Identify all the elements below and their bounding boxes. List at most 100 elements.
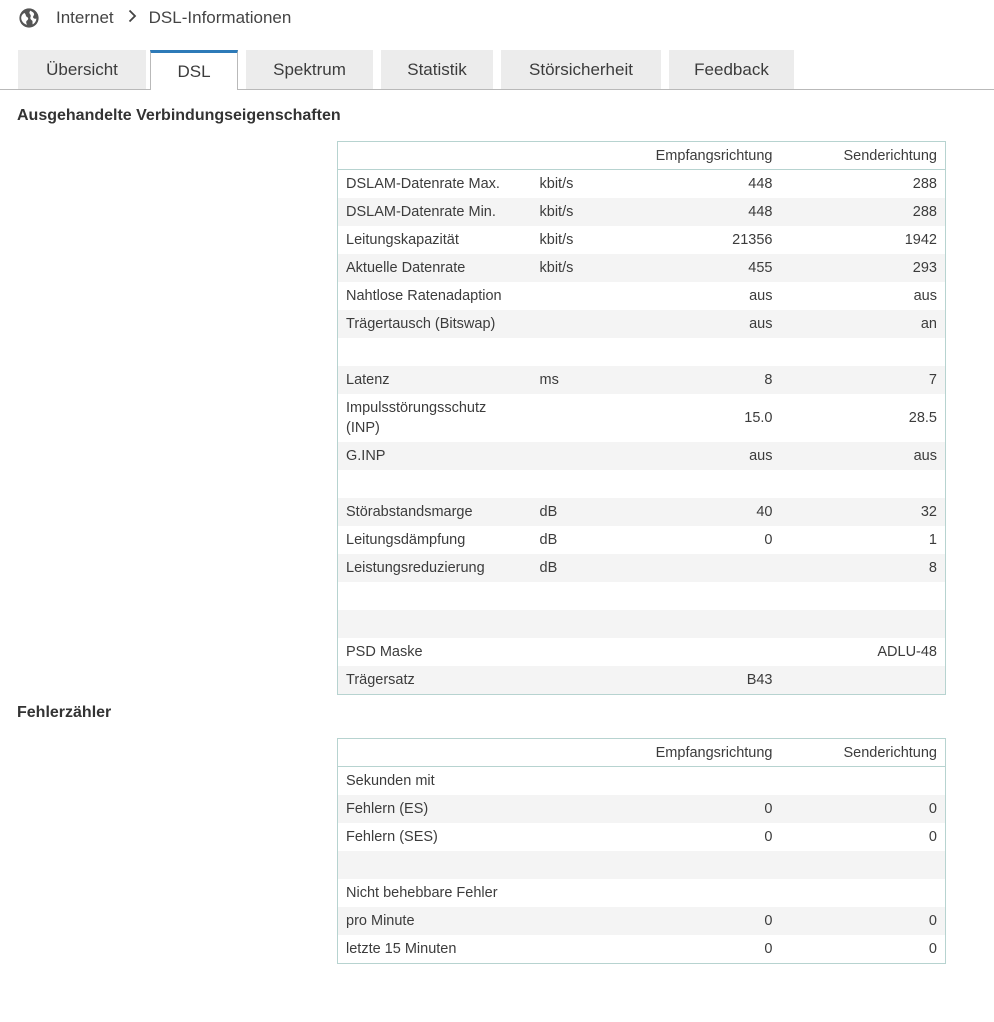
table-row: Leistungsreduzierung dB 8 bbox=[337, 554, 946, 582]
table-row: Fehlern (ES) 0 0 bbox=[337, 795, 946, 823]
row-unit: dB bbox=[533, 554, 624, 582]
row-label bbox=[337, 851, 534, 879]
row-label: G.INP bbox=[337, 442, 534, 470]
row-unit bbox=[534, 282, 624, 310]
row-send-value bbox=[781, 470, 946, 498]
tab-spektrum[interactable]: Spektrum bbox=[246, 50, 373, 89]
row-unit bbox=[533, 907, 624, 935]
row-unit: dB bbox=[539, 532, 558, 548]
table-row: DSLAM-Datenrate Min. kbit/s 448 288 bbox=[337, 198, 946, 226]
row-unit bbox=[533, 442, 624, 470]
table-row: Fehlern (SES) 0 0 bbox=[338, 823, 946, 851]
breadcrumb: Internet DSL-Informationen bbox=[18, 6, 291, 30]
table-row: Nahtlose Ratenadaption aus aus bbox=[338, 282, 946, 310]
row-send-value: 0 bbox=[780, 795, 946, 823]
row-label: letzte 15 Minuten bbox=[346, 941, 457, 957]
row-receive-value: 0 bbox=[623, 907, 781, 935]
row-label: pro Minute bbox=[337, 907, 534, 935]
row-receive-value: 15.0 bbox=[744, 410, 773, 426]
row-receive-value: aus bbox=[749, 288, 773, 304]
row-unit bbox=[534, 823, 624, 851]
table-row bbox=[338, 582, 946, 610]
row-send-value: 32 bbox=[780, 498, 946, 526]
table-row: pro Minute 0 0 bbox=[337, 907, 946, 935]
row-send-value: 1942 bbox=[904, 232, 937, 248]
row-receive-value bbox=[624, 338, 781, 366]
row-unit bbox=[534, 767, 624, 796]
table-row: PSD Maske ADLU-48 bbox=[338, 638, 946, 666]
tab-feedback[interactable]: Feedback bbox=[669, 50, 794, 89]
row-send-value bbox=[780, 610, 946, 638]
header-send-direction: Senderichtung bbox=[780, 738, 946, 767]
table-row: Störabstandsmarge dB 40 32 bbox=[337, 498, 946, 526]
tab-dsl[interactable]: DSL bbox=[150, 50, 238, 90]
row-unit bbox=[534, 394, 624, 442]
row-unit bbox=[534, 470, 624, 498]
row-unit bbox=[534, 638, 624, 666]
table-row: Leitungskapazität kbit/s 21356 1942 bbox=[338, 226, 946, 254]
row-label: Aktuelle Datenrate bbox=[337, 254, 534, 282]
row-receive-value bbox=[624, 582, 781, 610]
row-label: Leistungsreduzierung bbox=[337, 554, 534, 582]
row-send-value: aus bbox=[780, 442, 946, 470]
tab-statistik[interactable]: Statistik bbox=[381, 50, 493, 89]
row-label: Fehlern (ES) bbox=[337, 795, 534, 823]
row-label: Trägersatz bbox=[337, 666, 534, 695]
table-row: letzte 15 Minuten 0 0 bbox=[338, 935, 946, 964]
row-receive-value: 0 bbox=[623, 795, 781, 823]
breadcrumb-current: DSL-Informationen bbox=[148, 8, 292, 27]
section-title-errors: Fehlerzähler bbox=[17, 704, 112, 721]
row-unit bbox=[534, 935, 624, 964]
table-row: Trägersatz B43 bbox=[337, 666, 946, 695]
tab-stoersicherheit[interactable]: Störsicherheit bbox=[501, 50, 661, 89]
table-header-row: Empfangsrichtung Senderichtung bbox=[337, 738, 946, 767]
row-label: Fehlern (SES) bbox=[346, 829, 438, 845]
row-unit: kbit/s bbox=[539, 176, 574, 192]
row-label: Sekunden mit bbox=[346, 773, 435, 789]
table-row: Latenz ms 8 7 bbox=[337, 366, 946, 394]
row-receive-value: aus bbox=[623, 442, 781, 470]
table-header-row: Empfangsrichtung Senderichtung bbox=[337, 141, 946, 170]
header-receive-direction: Empfangsrichtung bbox=[623, 141, 781, 170]
connection-properties-table: Empfangsrichtung Senderichtung DSLAM-Dat… bbox=[337, 141, 946, 695]
row-send-value bbox=[781, 767, 946, 796]
row-receive-value: 0 bbox=[764, 829, 773, 845]
row-label: DSLAM-Datenrate Min. bbox=[337, 198, 534, 226]
table-row: Nicht behebbare Fehler bbox=[338, 879, 946, 907]
row-unit bbox=[533, 310, 624, 338]
breadcrumb-internet[interactable]: Internet bbox=[56, 8, 114, 28]
row-receive-value: 21356 bbox=[732, 232, 773, 248]
row-unit: kbit/s bbox=[539, 232, 574, 248]
row-send-value: 28.5 bbox=[908, 410, 937, 426]
row-unit bbox=[534, 879, 624, 907]
header-send-direction: Senderichtung bbox=[780, 141, 946, 170]
row-unit bbox=[533, 851, 624, 879]
row-receive-value bbox=[624, 638, 781, 666]
row-receive-value: B43 bbox=[623, 666, 781, 695]
row-receive-value: 0 bbox=[764, 941, 773, 957]
row-send-value: an bbox=[780, 310, 946, 338]
chevron-right-icon bbox=[128, 8, 137, 28]
tab-uebersicht[interactable]: Übersicht bbox=[18, 50, 146, 89]
row-label: Nicht behebbare Fehler bbox=[346, 885, 498, 901]
row-send-value: aus bbox=[913, 288, 937, 304]
row-label bbox=[338, 338, 534, 366]
row-label: Leitungskapazität bbox=[346, 232, 459, 248]
row-label: Trägertausch (Bitswap) bbox=[337, 310, 534, 338]
table-row: DSLAM-Datenrate Max. kbit/s 448 288 bbox=[338, 170, 946, 199]
row-receive-value bbox=[623, 851, 781, 879]
row-receive-value bbox=[624, 879, 781, 907]
table-row: Leitungsdämpfung dB 0 1 bbox=[338, 526, 946, 554]
row-receive-value: 455 bbox=[623, 254, 781, 282]
header-receive-direction: Empfangsrichtung bbox=[623, 738, 781, 767]
row-unit bbox=[534, 582, 624, 610]
row-send-value bbox=[781, 338, 946, 366]
row-label bbox=[338, 470, 534, 498]
row-send-value: 8 bbox=[780, 554, 946, 582]
row-send-value: 7 bbox=[780, 366, 946, 394]
row-send-value: 288 bbox=[912, 176, 937, 192]
table-row bbox=[338, 470, 946, 498]
row-label bbox=[337, 610, 534, 638]
row-receive-value: 40 bbox=[623, 498, 781, 526]
row-label: Nahtlose Ratenadaption bbox=[346, 288, 502, 304]
